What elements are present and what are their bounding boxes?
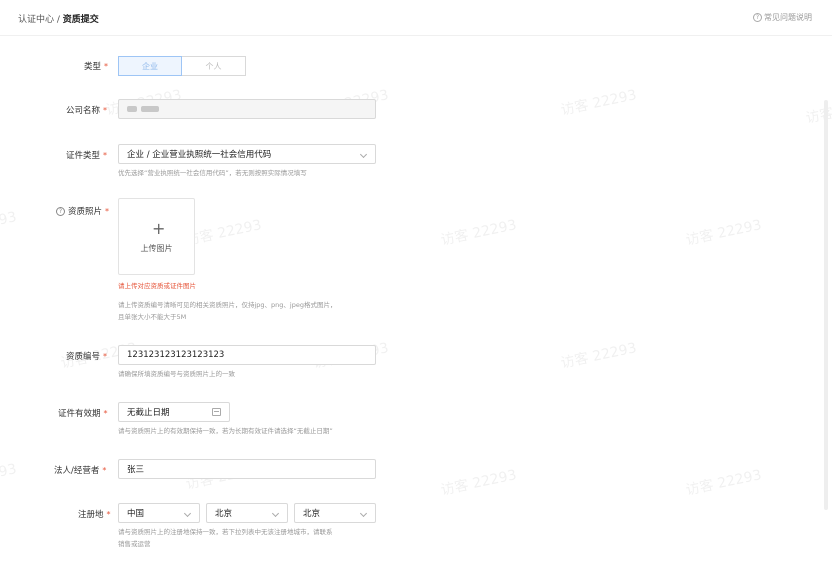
cert-type-label-text: 证件类型 <box>66 151 101 161</box>
required-marker: * <box>103 408 108 418</box>
validity-hint: 请与资质照片上的有效期保持一致，若为长期有效证件请选择“无截止日期” <box>118 427 333 435</box>
photo-hint-line1: 请上传资质编号清晰可见的相关资质照片，仅持jpg、png、jpeg格式图片， <box>118 301 337 309</box>
photo-hint-line2: 且单张大小不能大于5M <box>118 313 187 321</box>
required-marker: * <box>103 150 108 160</box>
company-name-label: 公司名称 * <box>66 104 108 117</box>
cert-no-hint: 请确保所填资质编号与资质照片上的一致 <box>118 370 235 378</box>
photo-error: 请上传对应资质或证件图片 <box>118 282 196 290</box>
watermark: 访客 22293 <box>439 467 519 499</box>
cert-type-select[interactable]: 企业 / 企业营业执照统一社会信用代码 <box>118 144 376 164</box>
watermark: 访客 22293 <box>684 467 764 499</box>
legal-person-label: 法人/经营者 * <box>54 464 107 477</box>
city-value: 北京 <box>303 509 321 519</box>
country-value: 中国 <box>127 509 145 519</box>
country-select[interactable]: 中国 <box>118 503 200 523</box>
company-name-label-text: 公司名称 <box>66 106 101 116</box>
address-hint-line1: 请与资质照片上的注册地保持一致，若下拉列表中无该注册地城市，请联系 <box>118 528 333 536</box>
chevron-down-icon <box>271 509 280 518</box>
legal-person-value: 张三 <box>127 465 145 475</box>
help-label: 常见问题说明 <box>764 13 812 22</box>
watermark: 访客 22293 <box>684 217 764 249</box>
type-label: 类型 * <box>84 60 109 73</box>
watermark: 访客 22293 <box>184 217 264 249</box>
required-marker: * <box>102 465 107 475</box>
required-marker: * <box>103 105 108 115</box>
validity-label: 证件有效期 * <box>58 407 108 420</box>
cert-no-label: 资质编号 * <box>66 350 108 363</box>
breadcrumb-separator: / <box>54 15 63 25</box>
breadcrumb-parent[interactable]: 认证中心 <box>18 15 54 25</box>
breadcrumb: 认证中心 / 资质提交 <box>18 12 99 25</box>
type-segmented-control: 企业 个人 <box>118 56 246 76</box>
company-name-input[interactable] <box>118 99 376 119</box>
chevron-down-icon <box>359 509 368 518</box>
redacted-text <box>141 106 159 112</box>
cert-type-hint: 优先选择“营业执照统一社会信用代码”，若无则按照实际情况填写 <box>118 169 307 177</box>
validity-value: 无截止日期 <box>127 408 170 418</box>
address-label: 注册地 * <box>78 508 111 521</box>
province-select[interactable]: 北京 <box>206 503 288 523</box>
breadcrumb-current: 资质提交 <box>62 15 99 25</box>
plus-icon: + <box>152 219 166 238</box>
upload-label: 上传图片 <box>140 244 173 253</box>
question-circle-icon[interactable]: ? <box>56 206 65 216</box>
cert-type-value: 企业 / 企业营业执照统一社会信用代码 <box>127 150 272 160</box>
cert-no-input[interactable]: 123123123123123123 <box>118 345 376 365</box>
required-marker: * <box>103 351 108 361</box>
required-marker: * <box>104 61 109 71</box>
type-option-enterprise[interactable]: 企业 <box>118 56 182 76</box>
photo-label-text: 资质照片 <box>68 207 103 217</box>
address-label-text: 注册地 <box>78 510 104 520</box>
cert-no-value: 123123123123123123 <box>127 350 225 360</box>
question-circle-icon: ? <box>753 13 762 22</box>
cert-type-label: 证件类型 * <box>66 149 108 162</box>
validity-label-text: 证件有效期 <box>58 409 101 419</box>
watermark: 访客 22293 <box>559 87 639 119</box>
watermark: 访客 22293 <box>559 340 639 372</box>
watermark: 访客 22293 <box>0 461 19 493</box>
photo-upload-box[interactable]: + 上传图片 <box>118 198 195 275</box>
cert-no-label-text: 资质编号 <box>66 352 101 362</box>
chevron-down-icon <box>183 509 192 518</box>
watermark: 访客 22293 <box>439 217 519 249</box>
legal-person-input[interactable]: 张三 <box>118 459 376 479</box>
photo-label: ? 资质照片 * <box>56 205 109 217</box>
required-marker: * <box>106 509 111 519</box>
city-select[interactable]: 北京 <box>294 503 376 523</box>
help-link[interactable]: ? 常见问题说明 <box>753 12 812 23</box>
type-label-text: 类型 <box>84 62 102 72</box>
province-value: 北京 <box>215 509 233 519</box>
address-hint-line2: 销售或运营 <box>118 540 151 548</box>
redacted-text <box>127 106 137 112</box>
watermark: 访客 22293 <box>0 209 19 241</box>
chevron-down-icon <box>359 150 368 159</box>
calendar-icon <box>212 408 221 416</box>
validity-date-picker[interactable]: 无截止日期 <box>118 402 230 422</box>
required-marker: * <box>105 206 110 216</box>
scrollbar[interactable] <box>824 100 828 510</box>
type-option-personal[interactable]: 个人 <box>182 56 246 76</box>
legal-person-label-text: 法人/经营者 <box>54 466 100 476</box>
page-header: 认证中心 / 资质提交 ? 常见问题说明 <box>0 0 832 36</box>
